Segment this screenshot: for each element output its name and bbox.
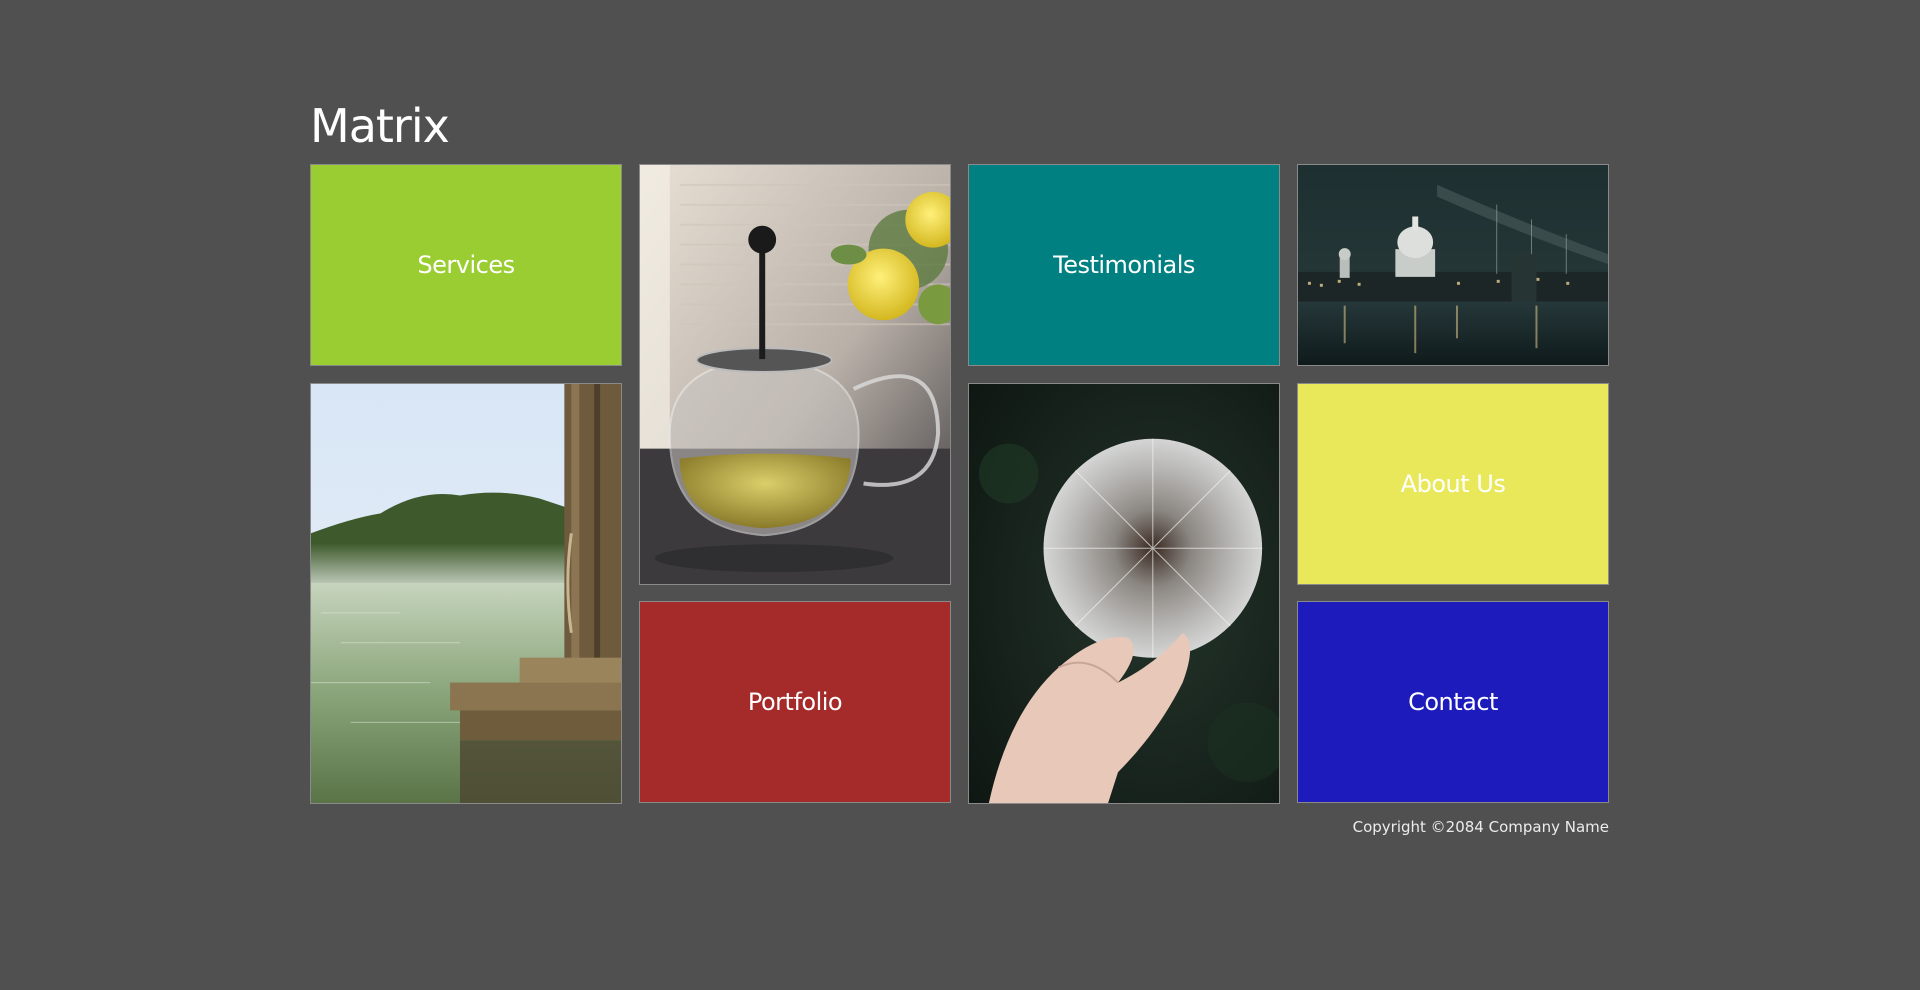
copyright-text: Copyright ©2084 Company Name <box>1352 818 1609 836</box>
contact-label: Contact <box>1408 688 1498 716</box>
misty-lake-dock-photo <box>310 383 622 804</box>
tea-press-photo <box>639 164 951 585</box>
testimonials-tile[interactable]: Testimonials <box>968 164 1280 366</box>
services-label: Services <box>417 251 515 279</box>
city-night-image <box>1298 165 1608 365</box>
portfolio-label: Portfolio <box>747 688 843 716</box>
dandelion-hand-photo <box>968 383 1280 804</box>
services-tile[interactable]: Services <box>310 164 622 366</box>
site-title: Matrix <box>310 99 450 153</box>
about-us-label: About Us <box>1400 470 1506 498</box>
tea-press-image <box>640 165 950 584</box>
portfolio-tile[interactable]: Portfolio <box>639 601 951 803</box>
city-night-bridge-photo <box>1297 164 1609 366</box>
about-us-tile[interactable]: About Us <box>1297 383 1609 585</box>
lake-dock-image <box>311 384 621 803</box>
contact-tile[interactable]: Contact <box>1297 601 1609 803</box>
dandelion-image <box>969 384 1279 803</box>
testimonials-label: Testimonials <box>1053 251 1195 279</box>
